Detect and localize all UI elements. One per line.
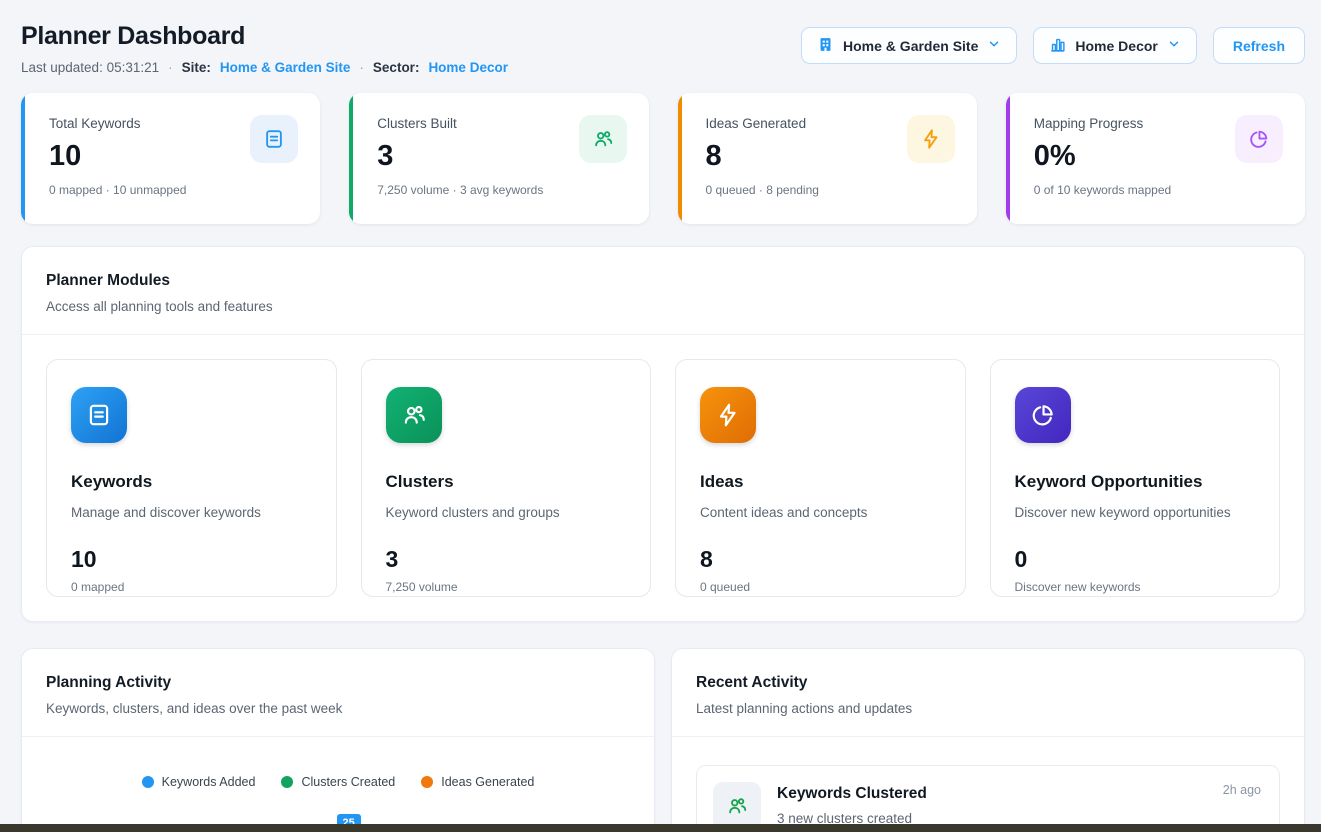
legend-item-ideas-generated[interactable]: Ideas Generated	[421, 775, 534, 789]
stat-card-total-keywords[interactable]: Total Keywords 10 0 mapped · 10 unmapped	[21, 93, 320, 224]
planning-activity-title: Planning Activity	[46, 674, 630, 692]
sector-dropdown[interactable]: Home Decor	[1033, 27, 1196, 64]
legend-label: Keywords Added	[162, 775, 256, 789]
bar-chart-icon	[1049, 36, 1066, 56]
sector-label: Sector:	[373, 60, 420, 75]
module-title: Clusters	[386, 472, 627, 492]
legend-item-keywords-added[interactable]: Keywords Added	[142, 775, 256, 789]
module-value: 10	[71, 546, 312, 573]
meta-separator: ·	[168, 60, 173, 75]
legend-label: Ideas Generated	[441, 775, 534, 789]
module-title: Ideas	[700, 472, 941, 492]
module-card-keywords[interactable]: Keywords Manage and discover keywords 10…	[46, 359, 337, 597]
module-title: Keyword Opportunities	[1015, 472, 1256, 492]
legend-item-clusters-created[interactable]: Clusters Created	[281, 775, 395, 789]
recent-activity-header: Recent Activity Latest planning actions …	[672, 649, 1304, 737]
module-description: Manage and discover keywords	[71, 505, 312, 520]
modules-grid: Keywords Manage and discover keywords 10…	[22, 335, 1304, 621]
stat-detail: 0 mapped · 10 unmapped	[49, 183, 296, 197]
users-icon	[386, 387, 442, 443]
module-card-clusters[interactable]: Clusters Keyword clusters and groups 3 7…	[361, 359, 652, 597]
legend-dot-icon	[421, 776, 433, 788]
site-dropdown[interactable]: Home & Garden Site	[801, 27, 1017, 64]
module-value: 8	[700, 546, 941, 573]
planning-activity-header: Planning Activity Keywords, clusters, an…	[22, 649, 654, 737]
planner-dashboard-page: Planner Dashboard Last updated: 05:31:21…	[0, 0, 1321, 832]
building-icon	[817, 36, 834, 56]
header: Planner Dashboard Last updated: 05:31:21…	[21, 0, 1305, 75]
site-link[interactable]: Home & Garden Site	[220, 60, 351, 75]
stat-detail: 0 queued · 8 pending	[706, 183, 953, 197]
chevron-down-icon	[1167, 37, 1181, 54]
modules-title: Planner Modules	[46, 272, 1280, 290]
planner-modules-panel: Planner Modules Access all planning tool…	[21, 246, 1305, 622]
module-description: Discover new keyword opportunities	[1015, 505, 1256, 520]
header-meta: Last updated: 05:31:21 · Site: Home & Ga…	[21, 60, 508, 75]
site-label: Site:	[182, 60, 211, 75]
module-value: 0	[1015, 546, 1256, 573]
modules-subtitle: Access all planning tools and features	[46, 299, 1280, 314]
refresh-button[interactable]: Refresh	[1213, 27, 1305, 64]
activity-item-timestamp: 2h ago	[1223, 783, 1261, 797]
taskbar-edge	[0, 824, 1321, 832]
users-icon	[713, 782, 761, 830]
stat-card-ideas-generated[interactable]: Ideas Generated 8 0 queued · 8 pending	[678, 93, 977, 224]
recent-activity-title: Recent Activity	[696, 674, 1280, 692]
module-detail: 0 mapped	[71, 580, 312, 594]
module-title: Keywords	[71, 472, 312, 492]
chart-legend: Keywords Added Clusters Created Ideas Ge…	[22, 775, 654, 789]
module-card-keyword-opportunities[interactable]: Keyword Opportunities Discover new keywo…	[990, 359, 1281, 597]
recent-activity-panel: Recent Activity Latest planning actions …	[671, 648, 1305, 832]
recent-activity-subtitle: Latest planning actions and updates	[696, 701, 1280, 716]
sector-dropdown-label: Home Decor	[1075, 38, 1157, 54]
activity-item-keywords-clustered[interactable]: Keywords Clustered 3 new clusters create…	[696, 765, 1280, 832]
site-dropdown-label: Home & Garden Site	[843, 38, 978, 54]
module-value: 3	[386, 546, 627, 573]
stat-detail: 0 of 10 keywords mapped	[1034, 183, 1281, 197]
module-detail: Discover new keywords	[1015, 580, 1256, 594]
chevron-down-icon	[987, 37, 1001, 54]
stat-card-mapping-progress[interactable]: Mapping Progress 0% 0 of 10 keywords map…	[1006, 93, 1305, 224]
page-title: Planner Dashboard	[21, 22, 508, 51]
module-description: Content ideas and concepts	[700, 505, 941, 520]
planning-activity-panel: Planning Activity Keywords, clusters, an…	[21, 648, 655, 832]
meta-separator: ·	[359, 60, 364, 75]
module-description: Keyword clusters and groups	[386, 505, 627, 520]
users-icon	[579, 115, 627, 163]
planning-activity-subtitle: Keywords, clusters, and ideas over the p…	[46, 701, 630, 716]
zap-icon	[700, 387, 756, 443]
last-updated-text: Last updated: 05:31:21	[21, 60, 159, 75]
header-left: Planner Dashboard Last updated: 05:31:21…	[21, 22, 508, 75]
document-icon	[250, 115, 298, 163]
module-card-ideas[interactable]: Ideas Content ideas and concepts 8 0 que…	[675, 359, 966, 597]
activity-item-title: Keywords Clustered	[777, 785, 927, 803]
module-detail: 7,250 volume	[386, 580, 627, 594]
legend-dot-icon	[281, 776, 293, 788]
legend-label: Clusters Created	[301, 775, 395, 789]
modules-panel-header: Planner Modules Access all planning tool…	[22, 247, 1304, 335]
zap-icon	[907, 115, 955, 163]
stat-detail: 7,250 volume · 3 avg keywords	[377, 183, 624, 197]
stat-cards-row: Total Keywords 10 0 mapped · 10 unmapped…	[21, 93, 1305, 224]
module-detail: 0 queued	[700, 580, 941, 594]
sector-link[interactable]: Home Decor	[428, 60, 508, 75]
pie-icon	[1015, 387, 1071, 443]
pie-icon	[1235, 115, 1283, 163]
stat-card-clusters-built[interactable]: Clusters Built 3 7,250 volume · 3 avg ke…	[349, 93, 648, 224]
header-actions: Home & Garden Site Home Decor Refresh	[801, 27, 1305, 64]
activity-item-text: Keywords Clustered 3 new clusters create…	[777, 782, 927, 830]
legend-dot-icon	[142, 776, 154, 788]
document-icon	[71, 387, 127, 443]
bottom-row: Planning Activity Keywords, clusters, an…	[21, 648, 1305, 832]
